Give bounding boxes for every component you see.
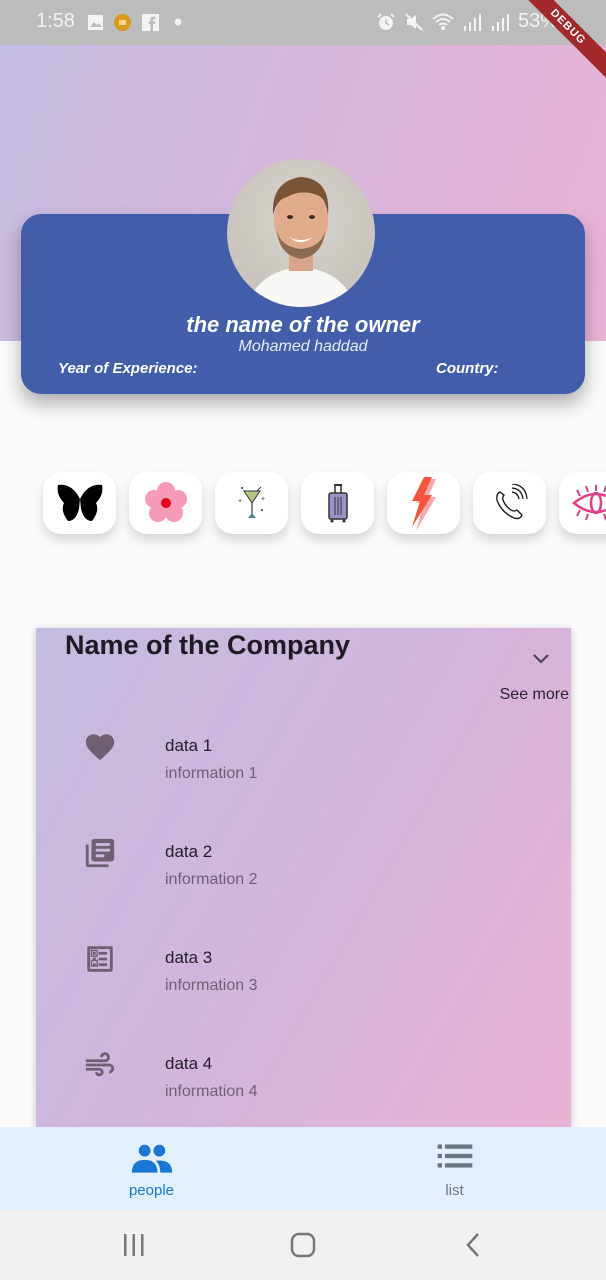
chevron-down-icon[interactable] bbox=[531, 648, 551, 668]
recent-apps-icon[interactable] bbox=[122, 1232, 146, 1258]
status-bar: 1:58 53% bbox=[0, 0, 606, 45]
owner-title: the name of the owner bbox=[186, 312, 420, 337]
person-photo bbox=[247, 177, 355, 307]
wind-icon bbox=[85, 1052, 115, 1077]
nav-item-list[interactable]: list bbox=[303, 1127, 606, 1210]
butterfly-icon bbox=[57, 484, 102, 521]
lightning-icon bbox=[411, 477, 436, 531]
list-item[interactable]: data 2 information 2 bbox=[36, 834, 571, 914]
list-item-subtitle: information 4 bbox=[165, 1083, 258, 1100]
suitcase-icon bbox=[327, 484, 348, 523]
people-icon bbox=[131, 1144, 172, 1173]
icon-tile-lightning[interactable] bbox=[387, 472, 460, 534]
list-item-subtitle: information 2 bbox=[165, 871, 258, 888]
list-item-title: data 3 bbox=[165, 948, 213, 967]
see-more-link[interactable]: See more bbox=[500, 686, 569, 704]
notification-app-icon bbox=[114, 14, 131, 31]
list-item-title: data 4 bbox=[165, 1054, 213, 1073]
icon-tile-suitcase[interactable] bbox=[301, 472, 374, 534]
list-alt-icon bbox=[87, 946, 113, 972]
system-navigation-bar bbox=[0, 1210, 606, 1280]
signal-icon bbox=[463, 13, 481, 31]
heart-icon bbox=[85, 734, 115, 761]
list-item-title: data 2 bbox=[165, 842, 213, 861]
signal-icon bbox=[491, 13, 509, 31]
icon-tile-cocktail[interactable]: + + bbox=[215, 472, 288, 534]
back-icon[interactable] bbox=[463, 1232, 483, 1258]
list-item-subtitle: information 3 bbox=[165, 977, 258, 994]
status-right: 53% bbox=[376, 10, 558, 33]
list-item-title: data 1 bbox=[165, 736, 213, 755]
library-books-icon bbox=[85, 838, 115, 868]
company-title: Name of the Company bbox=[65, 630, 351, 660]
svg-text:+: + bbox=[261, 496, 265, 503]
gallery-icon bbox=[88, 15, 103, 30]
owner-name: Mohamed haddad bbox=[238, 338, 368, 355]
phone-icon bbox=[495, 484, 528, 520]
list-item-subtitle: information 1 bbox=[165, 765, 258, 782]
bottom-navigation: people list bbox=[0, 1127, 606, 1210]
icon-row: + + bbox=[43, 472, 606, 534]
status-time: 1:58 bbox=[36, 10, 75, 32]
flower-icon bbox=[144, 482, 187, 522]
dot-icon bbox=[174, 18, 182, 26]
country-label: Country: bbox=[436, 360, 499, 377]
nav-label-people: people bbox=[128, 1182, 175, 1199]
svg-text:+: + bbox=[238, 498, 242, 505]
list-item[interactable]: data 4 information 4 bbox=[36, 1046, 571, 1126]
icon-tile-butterfly[interactable] bbox=[43, 472, 116, 534]
icon-tile-flower[interactable] bbox=[129, 472, 202, 534]
home-icon[interactable] bbox=[290, 1232, 316, 1258]
alarm-icon bbox=[377, 12, 395, 30]
icon-tile-eye[interactable] bbox=[559, 472, 606, 534]
facebook-icon bbox=[142, 14, 159, 31]
eye-icon bbox=[571, 485, 606, 521]
icon-tile-phone[interactable] bbox=[473, 472, 546, 534]
company-card: Name of the Company See more data 1 info… bbox=[36, 628, 571, 1128]
list-icon bbox=[437, 1144, 472, 1168]
wifi-icon bbox=[432, 13, 454, 30]
list-item[interactable]: data 3 information 3 bbox=[36, 940, 571, 1020]
nav-label-list: list bbox=[445, 1182, 464, 1199]
nav-item-people[interactable]: people bbox=[0, 1127, 303, 1210]
mute-icon bbox=[405, 12, 423, 31]
cocktail-icon: + + bbox=[238, 486, 265, 518]
experience-label: Year of Experience: bbox=[58, 360, 198, 377]
list-item[interactable]: data 1 information 1 bbox=[36, 728, 571, 808]
avatar[interactable] bbox=[227, 159, 375, 307]
